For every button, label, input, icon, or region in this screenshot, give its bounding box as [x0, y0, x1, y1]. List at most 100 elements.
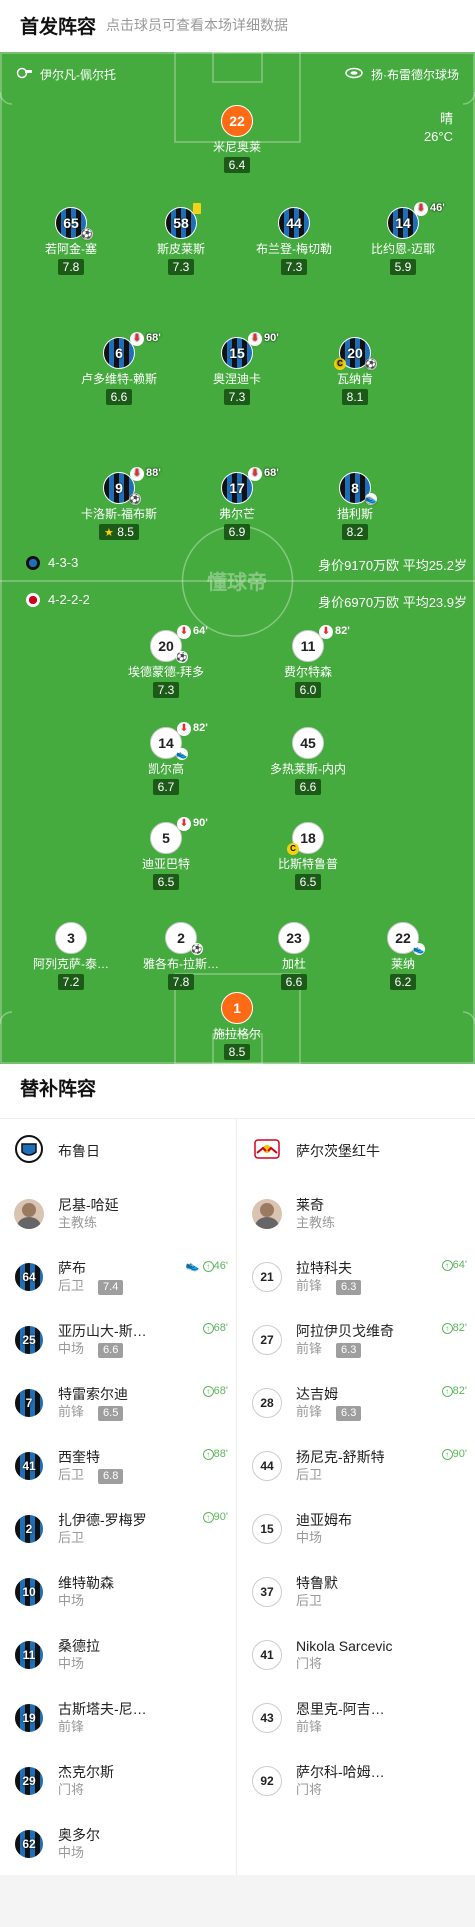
- player-position: 中场: [58, 1655, 85, 1671]
- sub-in-info: ↑ 82': [441, 1385, 467, 1397]
- player-name: 迪亚巴特: [141, 857, 190, 871]
- sub-minute: 82': [335, 625, 350, 637]
- player-number: 41: [14, 1450, 44, 1481]
- sub-in-minute: 82': [452, 1385, 467, 1397]
- player-away-am-2[interactable]: 45 多热莱斯-内内 6.6: [248, 727, 368, 796]
- player-rating: 6.3: [336, 1279, 362, 1295]
- sub-out-icon: ⬇: [248, 332, 262, 346]
- sub-player-row[interactable]: 28 达吉姆 前锋 6.3 ↑ 82': [238, 1371, 475, 1434]
- sub-player-row[interactable]: 27 阿拉伊贝戈维奇 前锋 6.3 ↑ 82': [238, 1308, 475, 1371]
- player-name: 若阿金-塞: [45, 242, 97, 256]
- player-home-def-2[interactable]: 58 斯皮莱斯 7.3: [121, 203, 241, 276]
- sub-out-icon: ⬇: [319, 625, 333, 639]
- player-away-def-1[interactable]: 3 阿列克萨-泰… 7.2: [11, 922, 131, 991]
- away-subs-team[interactable]: 萨尔茨堡红牛: [238, 1119, 475, 1182]
- weather-temperature: 26°C: [423, 129, 453, 144]
- goal-ball-icon: ⚽: [81, 228, 93, 240]
- sub-in-info: ↑ 90': [441, 1448, 467, 1460]
- player-position: 后卫: [58, 1529, 85, 1545]
- player-number: 27: [252, 1324, 282, 1355]
- assist-boot-icon: 👟: [365, 493, 377, 505]
- sub-player-row[interactable]: 43 恩里克-阿吉… 前锋: [238, 1686, 475, 1749]
- player-away-am-1[interactable]: 14 ⬇ 82' 👟 凯尔高 6.7: [106, 722, 226, 796]
- away-coach[interactable]: 莱奇 主教练: [238, 1182, 475, 1245]
- coach-role: 主教练: [296, 1214, 336, 1230]
- player-name: 比斯特鲁普: [277, 857, 338, 871]
- player-rating: 8.5: [223, 1044, 251, 1060]
- sub-in-icon: ↑: [202, 1323, 214, 1334]
- player-away-def-3[interactable]: 23 加杜 6.6: [234, 922, 354, 991]
- away-team-summary: 4-2-2-2 身价6970万欧 平均23.9岁: [0, 592, 475, 612]
- player-rating: 7.3: [152, 682, 180, 698]
- player-rating: 7.3: [223, 389, 251, 405]
- player-name: 恩里克-阿吉…: [296, 1700, 385, 1717]
- player-name: 奥涅迪卡: [212, 372, 261, 386]
- player-home-def-1[interactable]: 65 ⚽ 若阿金-塞 7.8: [11, 207, 131, 276]
- red-bull-logo-icon: [252, 1134, 282, 1167]
- sub-player-row[interactable]: 64 萨布 后卫 7.4 👟 ↑ 46': [0, 1245, 236, 1308]
- player-name: 萨尔科-哈姆…: [296, 1763, 385, 1780]
- captain-icon: C: [334, 358, 346, 370]
- sub-player-row[interactable]: 2 扎伊德-罗梅罗 后卫 ↑ 90': [0, 1497, 236, 1560]
- player-number: 15: [229, 345, 245, 361]
- player-home-mid-3[interactable]: 20 C ⚽ 瓦纳肯 8.1: [295, 337, 415, 406]
- sub-player-row[interactable]: 62 奥多尔 中场: [0, 1812, 236, 1875]
- sub-player-row[interactable]: 29 杰克尔斯 门将: [0, 1749, 236, 1812]
- player-home-def-4[interactable]: 14 ⬇ 46' 比约恩-迈耶 5.9: [343, 202, 463, 276]
- player-name: 瓦纳肯: [336, 372, 373, 386]
- player-name: 奥多尔: [58, 1826, 100, 1843]
- player-away-dm-1[interactable]: 5 ⬇ 90' 迪亚巴特 6.5: [106, 817, 226, 891]
- stadium-name: 扬·布雷德尔球场: [371, 68, 459, 82]
- home-coach[interactable]: 尼基-哈延 主教练: [0, 1182, 236, 1245]
- player-home-fwd-1[interactable]: 9 ⬇ 88' ⚽ 卡洛斯-福布斯 ★ 8.5: [59, 467, 179, 541]
- player-away-fwd-2[interactable]: 11 ⬇ 82' 费尔特森 6.0: [248, 625, 368, 699]
- home-subs-team[interactable]: 布鲁日: [0, 1119, 236, 1182]
- goal-ball-icon: ⚽: [176, 651, 188, 663]
- player-away-def-2[interactable]: 2 ⚽ 雅各布-拉斯… 7.8: [121, 922, 241, 991]
- player-position: 中场: [296, 1529, 323, 1545]
- player-away-dm-2[interactable]: 18 C 比斯特鲁普 6.5: [248, 822, 368, 891]
- player-name: 弗尔芒: [218, 507, 255, 521]
- player-home-def-3[interactable]: 44 布兰登-梅切勒 7.3: [234, 207, 354, 276]
- referee-info: 伊尔凡-佩尔托: [16, 66, 116, 83]
- sub-player-row[interactable]: 44 扬尼克-舒斯特 后卫 ↑ 90': [238, 1434, 475, 1497]
- player-position: 前锋: [58, 1718, 85, 1734]
- lineup-hint: 点击球员可查看本场详细数据: [106, 17, 289, 33]
- player-rating: 6.4: [223, 157, 251, 173]
- player-name: 卡洛斯-福布斯: [81, 507, 157, 521]
- player-rating: 8.2: [341, 524, 369, 540]
- player-away-def-4[interactable]: 22 👟 莱纳 6.2: [343, 922, 463, 991]
- sub-player-row[interactable]: 92 萨尔科-哈姆… 门将: [238, 1749, 475, 1812]
- sub-player-row[interactable]: 41 Nikola Sarcevic 门将: [238, 1623, 475, 1686]
- sub-player-row[interactable]: 7 特雷索尔迪 前锋 6.5 ↑ 68': [0, 1371, 236, 1434]
- sub-player-row[interactable]: 11 桑德拉 中场: [0, 1623, 236, 1686]
- sub-minute: 82': [193, 722, 208, 734]
- sub-minute: 90': [264, 332, 279, 344]
- player-home-mid-1[interactable]: 6 ⬇ 68' 卢多维特-赖斯 6.6: [59, 332, 179, 406]
- sub-minute: 46': [430, 202, 445, 214]
- player-name: 措利斯: [336, 507, 373, 521]
- player-away-gk[interactable]: 1 施拉格尔 8.5: [177, 992, 297, 1061]
- sub-player-row[interactable]: 19 古斯塔夫-尼… 前锋: [0, 1686, 236, 1749]
- home-formation: 4-3-3: [48, 555, 79, 570]
- player-name: 凯尔高: [147, 762, 184, 776]
- player-home-mid-2[interactable]: 15 ⬇ 90' 奥涅迪卡 7.3: [177, 332, 297, 406]
- player-away-fwd-1[interactable]: 20 ⬇ 64' ⚽ 埃德蒙德-拜多 7.3: [106, 625, 226, 699]
- player-home-fwd-2[interactable]: 17 ⬇ 68' 弗尔芒 6.9: [177, 467, 297, 541]
- player-position: 中场: [58, 1844, 85, 1860]
- sub-player-row[interactable]: 41 西奎特 后卫 6.8 ↑ 88': [0, 1434, 236, 1497]
- sub-out-icon: ⬇: [177, 625, 191, 639]
- subs-panel: 布鲁日 尼基-哈延 主教练 64 萨布 后卫 7.4 👟 ↑ 46' 25 亚历山大-斯… 中场…: [0, 1118, 475, 1876]
- sub-player-row[interactable]: 10 维特勒森 中场: [0, 1560, 236, 1623]
- sub-player-row[interactable]: 15 迪亚姆布 中场: [238, 1497, 475, 1560]
- stadium-icon: [345, 67, 363, 82]
- player-home-gk[interactable]: 22 米尼奥莱 6.4: [177, 105, 297, 174]
- sub-minute: 68': [146, 332, 161, 344]
- player-home-fwd-3[interactable]: 8 👟 措利斯 8.2: [295, 472, 415, 541]
- sub-player-row[interactable]: 25 亚历山大-斯… 中场 6.6 ↑ 68': [0, 1308, 236, 1371]
- avatar: [14, 1198, 44, 1229]
- player-rating: 6.6: [280, 974, 308, 990]
- sub-player-row[interactable]: 37 特鲁默 后卫: [238, 1560, 475, 1623]
- sub-player-row[interactable]: 21 拉特科夫 前锋 6.3 ↑ 64': [238, 1245, 475, 1308]
- away-team-logo-icon: [26, 592, 40, 607]
